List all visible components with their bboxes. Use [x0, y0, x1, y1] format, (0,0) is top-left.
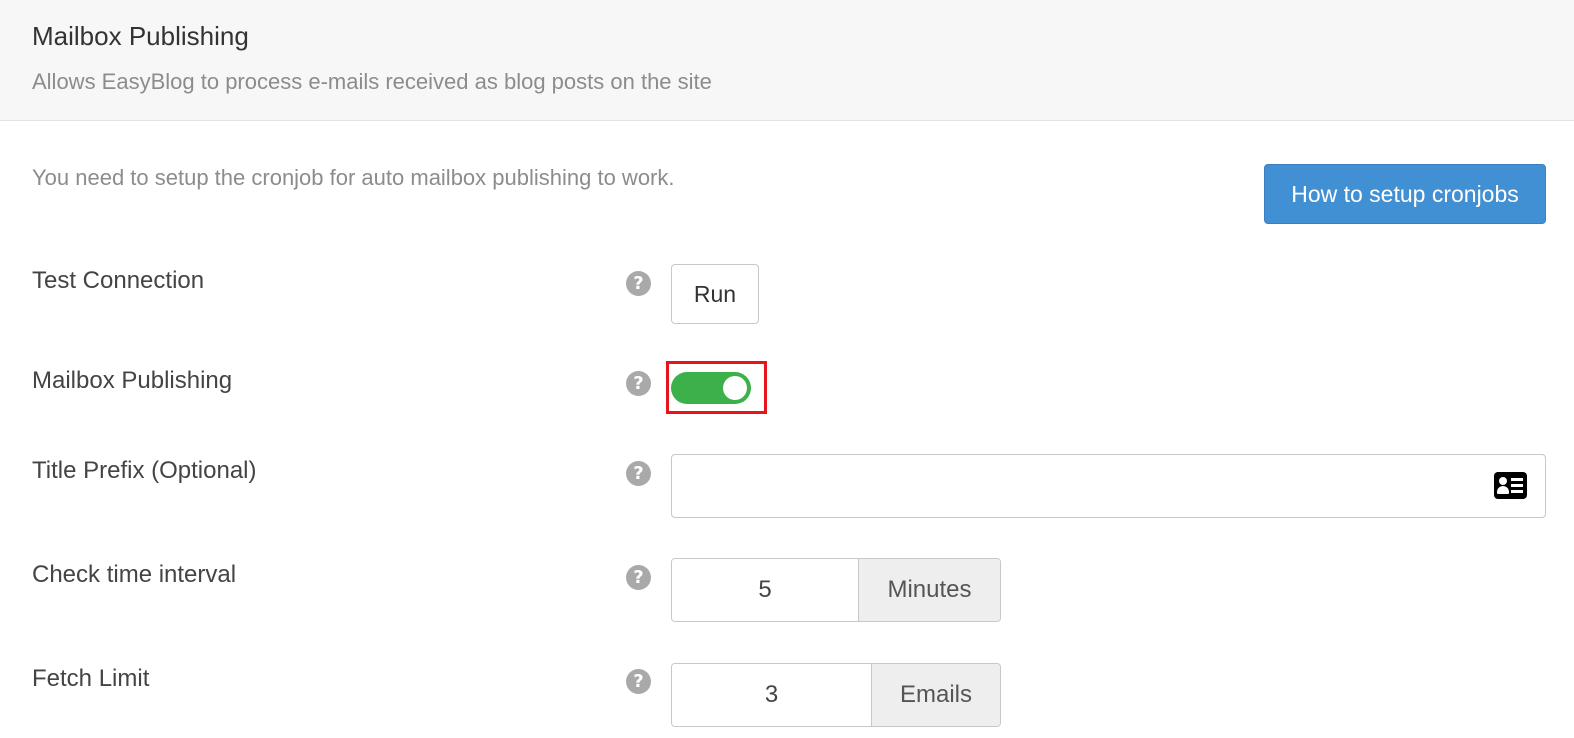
minutes-addon: Minutes [858, 559, 1000, 621]
mailbox-publishing-toggle[interactable] [671, 372, 751, 404]
test-connection-label: Test Connection [32, 267, 205, 294]
mailbox-publishing-label: Mailbox Publishing [32, 367, 233, 394]
cronjob-notice: You need to setup the cronjob for auto m… [32, 165, 675, 190]
help-icon[interactable]: ? [626, 371, 651, 396]
check-time-interval-label: Check time interval [32, 561, 237, 588]
panel-description: Allows EasyBlog to process e-mails recei… [32, 69, 712, 94]
help-icon[interactable]: ? [626, 461, 651, 486]
run-test-connection-button[interactable]: Run [671, 264, 759, 324]
emails-addon: Emails [871, 664, 1000, 726]
title-prefix-input[interactable] [671, 454, 1546, 518]
check-interval-input-group: Minutes [671, 558, 1001, 622]
id-card-icon-line [1511, 478, 1523, 481]
check-interval-input[interactable] [672, 559, 858, 621]
fetch-limit-label: Fetch Limit [32, 665, 150, 692]
panel-title: Mailbox Publishing [32, 21, 249, 51]
id-card-icon-line [1511, 490, 1523, 493]
id-card-icon-head [1499, 477, 1507, 485]
id-card-icon [1494, 472, 1527, 499]
settings-panel-header: Mailbox Publishing Allows EasyBlog to pr… [0, 0, 1574, 121]
how-to-setup-cronjobs-button[interactable]: How to setup cronjobs [1264, 164, 1546, 224]
id-card-icon-line [1511, 484, 1523, 487]
help-icon[interactable]: ? [626, 271, 651, 296]
id-card-icon-body [1497, 486, 1509, 494]
fetch-limit-input[interactable] [672, 664, 871, 726]
title-prefix-label: Title Prefix (Optional) [32, 457, 257, 484]
help-icon[interactable]: ? [626, 669, 651, 694]
help-icon[interactable]: ? [626, 565, 651, 590]
fetch-limit-input-group: Emails [671, 663, 1001, 727]
toggle-knob [723, 376, 747, 400]
